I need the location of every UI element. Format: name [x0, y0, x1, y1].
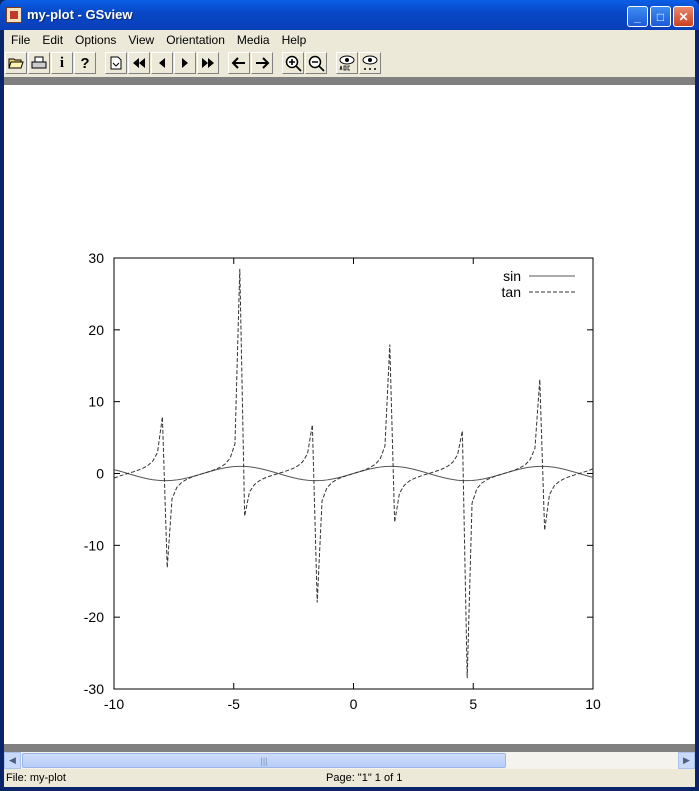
- next-page-button[interactable]: [174, 52, 196, 74]
- toolbar-separator: [4, 77, 695, 85]
- text-extract-icon: [339, 55, 355, 71]
- menu-media[interactable]: Media: [232, 33, 275, 47]
- gsview-window: my-plot - GSview _ □ ✕ File Edit Options…: [0, 0, 699, 791]
- toolbar: i ?: [4, 51, 695, 77]
- x-tick-label: -10: [104, 696, 124, 712]
- info-icon: i: [59, 54, 65, 71]
- text-extract-button[interactable]: [336, 52, 358, 74]
- find-button[interactable]: [359, 52, 381, 74]
- first-page-icon: [133, 58, 145, 68]
- scroll-right-button[interactable]: ▶: [678, 752, 695, 769]
- scroll-left-icon: ◀: [9, 755, 16, 765]
- title-bar[interactable]: my-plot - GSview _ □ ✕: [0, 0, 699, 30]
- zoom-in-icon: [285, 55, 302, 72]
- y-tick-label: 20: [88, 322, 104, 338]
- scroll-left-button[interactable]: ◀: [4, 752, 21, 769]
- zoom-out-button[interactable]: [305, 52, 327, 74]
- plot-canvas: -10 -5 0 5 10 30 20 10 0 -10 -20 -30 sintan: [84, 250, 601, 712]
- minimize-button[interactable]: _: [627, 6, 648, 27]
- y-tick-label: 10: [88, 394, 104, 410]
- prev-page-button[interactable]: [151, 52, 173, 74]
- help-icon: ?: [80, 54, 90, 72]
- help-button[interactable]: ?: [74, 52, 96, 74]
- status-page: Page: "1" 1 of 1: [326, 772, 403, 784]
- legend-label-sin: sin: [503, 268, 521, 284]
- open-icon: [8, 58, 24, 69]
- print-icon: [31, 56, 47, 69]
- window-title: my-plot - GSview: [27, 7, 133, 22]
- first-page-button[interactable]: [128, 52, 150, 74]
- goto-page-button[interactable]: [105, 52, 127, 74]
- info-button[interactable]: i: [51, 52, 73, 74]
- x-tick-label: -5: [228, 696, 241, 712]
- status-file: File: my-plot: [6, 772, 66, 784]
- maximize-button[interactable]: □: [650, 6, 671, 27]
- forward-icon: [256, 57, 270, 69]
- goto-page-icon: [110, 56, 122, 70]
- open-button[interactable]: [5, 52, 27, 74]
- menu-help[interactable]: Help: [277, 33, 312, 47]
- scroll-thumb-grip-icon: |||: [260, 755, 268, 766]
- scroll-thumb[interactable]: |||: [22, 753, 506, 768]
- forward-button[interactable]: [251, 52, 273, 74]
- next-page-icon: [182, 58, 188, 68]
- scroll-right-icon: ▶: [683, 755, 690, 765]
- x-tick-label: 5: [469, 696, 477, 712]
- last-page-button[interactable]: [197, 52, 219, 74]
- horizontal-scrollbar[interactable]: ◀ ||| ▶: [4, 752, 695, 769]
- menu-orientation[interactable]: Orientation: [161, 33, 230, 47]
- zoom-in-button[interactable]: [282, 52, 304, 74]
- menu-edit[interactable]: Edit: [37, 33, 68, 47]
- y-tick-label: 30: [88, 250, 104, 266]
- menu-file[interactable]: File: [6, 33, 35, 47]
- legend-label-tan: tan: [502, 284, 521, 300]
- menu-view[interactable]: View: [123, 33, 159, 47]
- menu-bar: File Edit Options View Orientation Media…: [4, 30, 695, 50]
- y-tick-label: -20: [84, 609, 104, 625]
- x-tick-label: 0: [350, 696, 358, 712]
- view-bottom-border: [4, 744, 695, 752]
- back-button[interactable]: [228, 52, 250, 74]
- last-page-icon: [202, 58, 214, 68]
- y-tick-label: -10: [84, 537, 104, 553]
- print-button[interactable]: [28, 52, 50, 74]
- prev-page-icon: [159, 58, 165, 68]
- find-icon: [362, 55, 378, 70]
- close-icon: ✕: [678, 9, 689, 24]
- y-tick-label: 0: [96, 466, 104, 482]
- document-view[interactable]: -10 -5 0 5 10 30 20 10 0 -10 -20 -30 sin tan: [4, 85, 695, 744]
- y-tick-label: -30: [84, 681, 104, 697]
- maximize-icon: □: [656, 9, 665, 24]
- series-line-sin: [114, 465, 593, 482]
- client-area: File Edit Options View Orientation Media…: [4, 30, 695, 787]
- minimize-icon: _: [634, 9, 641, 24]
- status-bar: File: my-plot Page: "1" 1 of 1: [4, 770, 695, 787]
- menu-options[interactable]: Options: [70, 33, 121, 47]
- zoom-out-icon: [308, 55, 325, 72]
- x-tick-label: 10: [585, 696, 601, 712]
- close-button[interactable]: ✕: [673, 6, 694, 27]
- back-icon: [231, 57, 245, 69]
- app-icon[interactable]: [6, 7, 22, 23]
